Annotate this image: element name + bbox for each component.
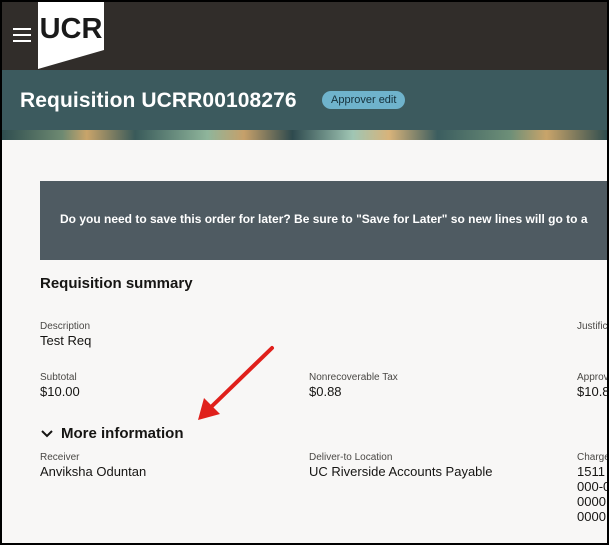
subtotal-value: $10.00 (40, 384, 80, 399)
decorative-pattern-strip (2, 130, 607, 140)
top-navigation-bar: UCR (2, 2, 607, 72)
ucr-logo[interactable]: UCR (38, 2, 104, 69)
save-for-later-notice: Do you need to save this order for later… (40, 181, 607, 260)
deliver-to-location-label: Deliver-to Location (309, 452, 393, 463)
deliver-to-location-value: UC Riverside Accounts Payable (309, 464, 493, 479)
receiver-value: Anviksha Oduntan (40, 464, 147, 479)
chevron-down-icon (41, 430, 53, 438)
red-arrow-annotation (198, 346, 274, 420)
ucr-logo-text: UCR (40, 13, 103, 45)
description-value: Test Req (40, 333, 92, 348)
more-information-toggle[interactable]: More information (40, 425, 184, 442)
subtotal-label: Subtotal (40, 372, 77, 383)
approval-amount-label: Approv (577, 372, 609, 383)
charge-account-line: 0000 (577, 509, 606, 524)
notice-text: Do you need to save this order for later… (60, 212, 588, 226)
charge-account-label: Charge (577, 452, 609, 463)
nonrecoverable-tax-value: $0.88 (309, 384, 342, 399)
more-information-label: More information (61, 425, 184, 442)
app-frame: UCR Requisition UCRR00108276 Approver ed… (0, 0, 609, 545)
nonrecoverable-tax-label: Nonrecoverable Tax (309, 372, 398, 383)
approver-edit-badge: Approver edit (322, 91, 406, 109)
charge-account-line: 1511 (577, 464, 605, 479)
hamburger-menu-icon[interactable] (13, 28, 31, 42)
page-title: Requisition UCRR00108276 (20, 89, 297, 112)
receiver-label: Receiver (40, 452, 80, 463)
charge-account-line: 000-0 (577, 479, 609, 494)
approval-amount-value: $10.8 (577, 384, 609, 399)
description-label: Description (40, 321, 91, 332)
page-header-banner: Requisition UCRR00108276 Approver edit (2, 70, 607, 140)
charge-account-line: 0000 (577, 494, 606, 509)
requisition-summary-heading: Requisition summary (40, 275, 193, 292)
justification-label: Justific (577, 321, 608, 332)
